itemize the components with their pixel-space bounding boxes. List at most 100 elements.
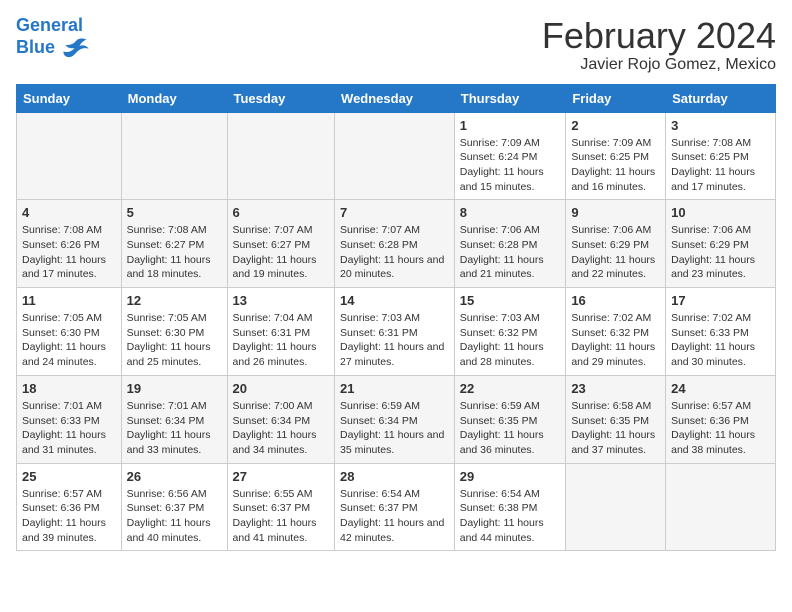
calendar-cell: 2Sunrise: 7:09 AMSunset: 6:25 PMDaylight… — [566, 112, 666, 200]
calendar-cell: 25 Sunrise: 6:57 AMSunset: 6:36 PMDayligh… — [17, 463, 122, 551]
day-number: 3 — [671, 118, 770, 133]
day-info: Sunrise: 7:09 AMSunset: 6:24 PMDaylight:… — [460, 136, 561, 195]
calendar-cell — [17, 112, 122, 200]
calendar-cell: 8Sunrise: 7:06 AMSunset: 6:28 PMDaylight… — [454, 200, 566, 288]
main-title: February 2024 — [542, 16, 776, 56]
calendar-header-row: SundayMondayTuesdayWednesdayThursdayFrid… — [17, 84, 776, 112]
day-info: Sunrise: 6:54 AMSunset: 6:37 PMDaylight:… — [340, 487, 449, 546]
day-info: Sunrise: 6:59 AMSunset: 6:35 PMDaylight:… — [460, 399, 561, 458]
day-info: Sunrise: 7:04 AMSunset: 6:31 PMDaylight:… — [233, 311, 330, 370]
day-info: Sunrise: 7:03 AMSunset: 6:32 PMDaylight:… — [460, 311, 561, 370]
calendar-cell: 16 Sunrise: 7:02 AMSunset: 6:32 PMDayligh… — [566, 288, 666, 376]
day-info: Sunrise: 6:55 AMSunset: 6:37 PMDaylight:… — [233, 487, 330, 546]
calendar-cell: 4 Sunrise: 7:08 AMSunset: 6:26 PMDaylight… — [17, 200, 122, 288]
calendar-cell: 27 Sunrise: 6:55 AMSunset: 6:37 PMDayligh… — [227, 463, 335, 551]
calendar-cell — [666, 463, 776, 551]
calendar-cell: 23Sunrise: 6:58 AMSunset: 6:35 PMDayligh… — [566, 375, 666, 463]
day-number: 5 — [127, 205, 222, 220]
calendar-week-row: 25 Sunrise: 6:57 AMSunset: 6:36 PMDayligh… — [17, 463, 776, 551]
subtitle: Javier Rojo Gomez, Mexico — [542, 56, 776, 74]
day-number: 23 — [571, 381, 660, 396]
day-number: 28 — [340, 469, 449, 484]
calendar-cell: 13 Sunrise: 7:04 AMSunset: 6:31 PMDayligh… — [227, 288, 335, 376]
day-info: Sunrise: 7:08 AMSunset: 6:26 PMDaylight:… — [22, 223, 116, 282]
weekday-header: Friday — [566, 84, 666, 112]
calendar-cell — [566, 463, 666, 551]
calendar-cell: 3 Sunrise: 7:08 AMSunset: 6:25 PMDaylight… — [666, 112, 776, 200]
day-number: 12 — [127, 293, 222, 308]
day-info: Sunrise: 6:59 AMSunset: 6:34 PMDaylight:… — [340, 399, 449, 458]
calendar-cell: 14 Sunrise: 7:03 AMSunset: 6:31 PMDayligh… — [335, 288, 455, 376]
day-info: Sunrise: 7:08 AMSunset: 6:25 PMDaylight:… — [671, 136, 770, 195]
day-number: 20 — [233, 381, 330, 396]
calendar-cell: 24 Sunrise: 6:57 AMSunset: 6:36 PMDayligh… — [666, 375, 776, 463]
calendar-table: SundayMondayTuesdayWednesdayThursdayFrid… — [16, 84, 776, 552]
calendar-week-row: 18 Sunrise: 7:01 AMSunset: 6:33 PMDayligh… — [17, 375, 776, 463]
day-info: Sunrise: 7:03 AMSunset: 6:31 PMDaylight:… — [340, 311, 449, 370]
calendar-cell: 17 Sunrise: 7:02 AMSunset: 6:33 PMDayligh… — [666, 288, 776, 376]
day-number: 16 — [571, 293, 660, 308]
day-number: 27 — [233, 469, 330, 484]
calendar-cell: 18 Sunrise: 7:01 AMSunset: 6:33 PMDayligh… — [17, 375, 122, 463]
logo-text: General — [16, 16, 90, 36]
weekday-header: Monday — [121, 84, 227, 112]
calendar-cell: 21 Sunrise: 6:59 AMSunset: 6:34 PMDayligh… — [335, 375, 455, 463]
day-info: Sunrise: 6:57 AMSunset: 6:36 PMDaylight:… — [22, 487, 116, 546]
day-info: Sunrise: 6:57 AMSunset: 6:36 PMDaylight:… — [671, 399, 770, 458]
day-number: 10 — [671, 205, 770, 220]
calendar-cell: 7 Sunrise: 7:07 AMSunset: 6:28 PMDaylight… — [335, 200, 455, 288]
calendar-cell — [227, 112, 335, 200]
calendar-cell: 28 Sunrise: 6:54 AMSunset: 6:37 PMDayligh… — [335, 463, 455, 551]
calendar-cell: 15 Sunrise: 7:03 AMSunset: 6:32 PMDayligh… — [454, 288, 566, 376]
day-info: Sunrise: 6:56 AMSunset: 6:37 PMDaylight:… — [127, 487, 222, 546]
day-info: Sunrise: 7:07 AMSunset: 6:28 PMDaylight:… — [340, 223, 449, 282]
day-info: Sunrise: 7:05 AMSunset: 6:30 PMDaylight:… — [127, 311, 222, 370]
day-number: 15 — [460, 293, 561, 308]
day-info: Sunrise: 7:02 AMSunset: 6:33 PMDaylight:… — [671, 311, 770, 370]
calendar-week-row: 4 Sunrise: 7:08 AMSunset: 6:26 PMDaylight… — [17, 200, 776, 288]
day-info: Sunrise: 7:06 AMSunset: 6:28 PMDaylight:… — [460, 223, 561, 282]
calendar-cell: 20 Sunrise: 7:00 AMSunset: 6:34 PMDayligh… — [227, 375, 335, 463]
day-info: Sunrise: 7:01 AMSunset: 6:33 PMDaylight:… — [22, 399, 116, 458]
day-info: Sunrise: 7:00 AMSunset: 6:34 PMDaylight:… — [233, 399, 330, 458]
weekday-header: Saturday — [666, 84, 776, 112]
day-info: Sunrise: 7:07 AMSunset: 6:27 PMDaylight:… — [233, 223, 330, 282]
day-info: Sunrise: 7:08 AMSunset: 6:27 PMDaylight:… — [127, 223, 222, 282]
day-number: 11 — [22, 293, 116, 308]
day-number: 4 — [22, 205, 116, 220]
day-number: 13 — [233, 293, 330, 308]
day-info: Sunrise: 7:05 AMSunset: 6:30 PMDaylight:… — [22, 311, 116, 370]
calendar-cell: 29Sunrise: 6:54 AMSunset: 6:38 PMDayligh… — [454, 463, 566, 551]
calendar-cell: 6 Sunrise: 7:07 AMSunset: 6:27 PMDaylight… — [227, 200, 335, 288]
weekday-header: Thursday — [454, 84, 566, 112]
day-number: 29 — [460, 469, 561, 484]
day-number: 1 — [460, 118, 561, 133]
day-number: 2 — [571, 118, 660, 133]
day-number: 24 — [671, 381, 770, 396]
day-number: 21 — [340, 381, 449, 396]
day-number: 19 — [127, 381, 222, 396]
day-info: Sunrise: 7:02 AMSunset: 6:32 PMDaylight:… — [571, 311, 660, 370]
day-number: 7 — [340, 205, 449, 220]
day-number: 18 — [22, 381, 116, 396]
day-number: 14 — [340, 293, 449, 308]
calendar-cell: 10 Sunrise: 7:06 AMSunset: 6:29 PMDayligh… — [666, 200, 776, 288]
day-info: Sunrise: 7:06 AMSunset: 6:29 PMDaylight:… — [671, 223, 770, 282]
day-info: Sunrise: 7:06 AMSunset: 6:29 PMDaylight:… — [571, 223, 660, 282]
day-number: 26 — [127, 469, 222, 484]
day-number: 17 — [671, 293, 770, 308]
calendar-cell: 12 Sunrise: 7:05 AMSunset: 6:30 PMDayligh… — [121, 288, 227, 376]
day-info: Sunrise: 7:01 AMSunset: 6:34 PMDaylight:… — [127, 399, 222, 458]
calendar-cell: 1 Sunrise: 7:09 AMSunset: 6:24 PMDaylight… — [454, 112, 566, 200]
page-header: General Blue February 2024 Javier Rojo G… — [16, 16, 776, 74]
calendar-cell: 22Sunrise: 6:59 AMSunset: 6:35 PMDayligh… — [454, 375, 566, 463]
calendar-week-row: 1 Sunrise: 7:09 AMSunset: 6:24 PMDaylight… — [17, 112, 776, 200]
day-number: 25 — [22, 469, 116, 484]
day-number: 9 — [571, 205, 660, 220]
day-number: 6 — [233, 205, 330, 220]
calendar-cell: 19 Sunrise: 7:01 AMSunset: 6:34 PMDayligh… — [121, 375, 227, 463]
calendar-week-row: 11 Sunrise: 7:05 AMSunset: 6:30 PMDayligh… — [17, 288, 776, 376]
weekday-header: Tuesday — [227, 84, 335, 112]
title-section: February 2024 Javier Rojo Gomez, Mexico — [542, 16, 776, 74]
calendar-cell — [335, 112, 455, 200]
